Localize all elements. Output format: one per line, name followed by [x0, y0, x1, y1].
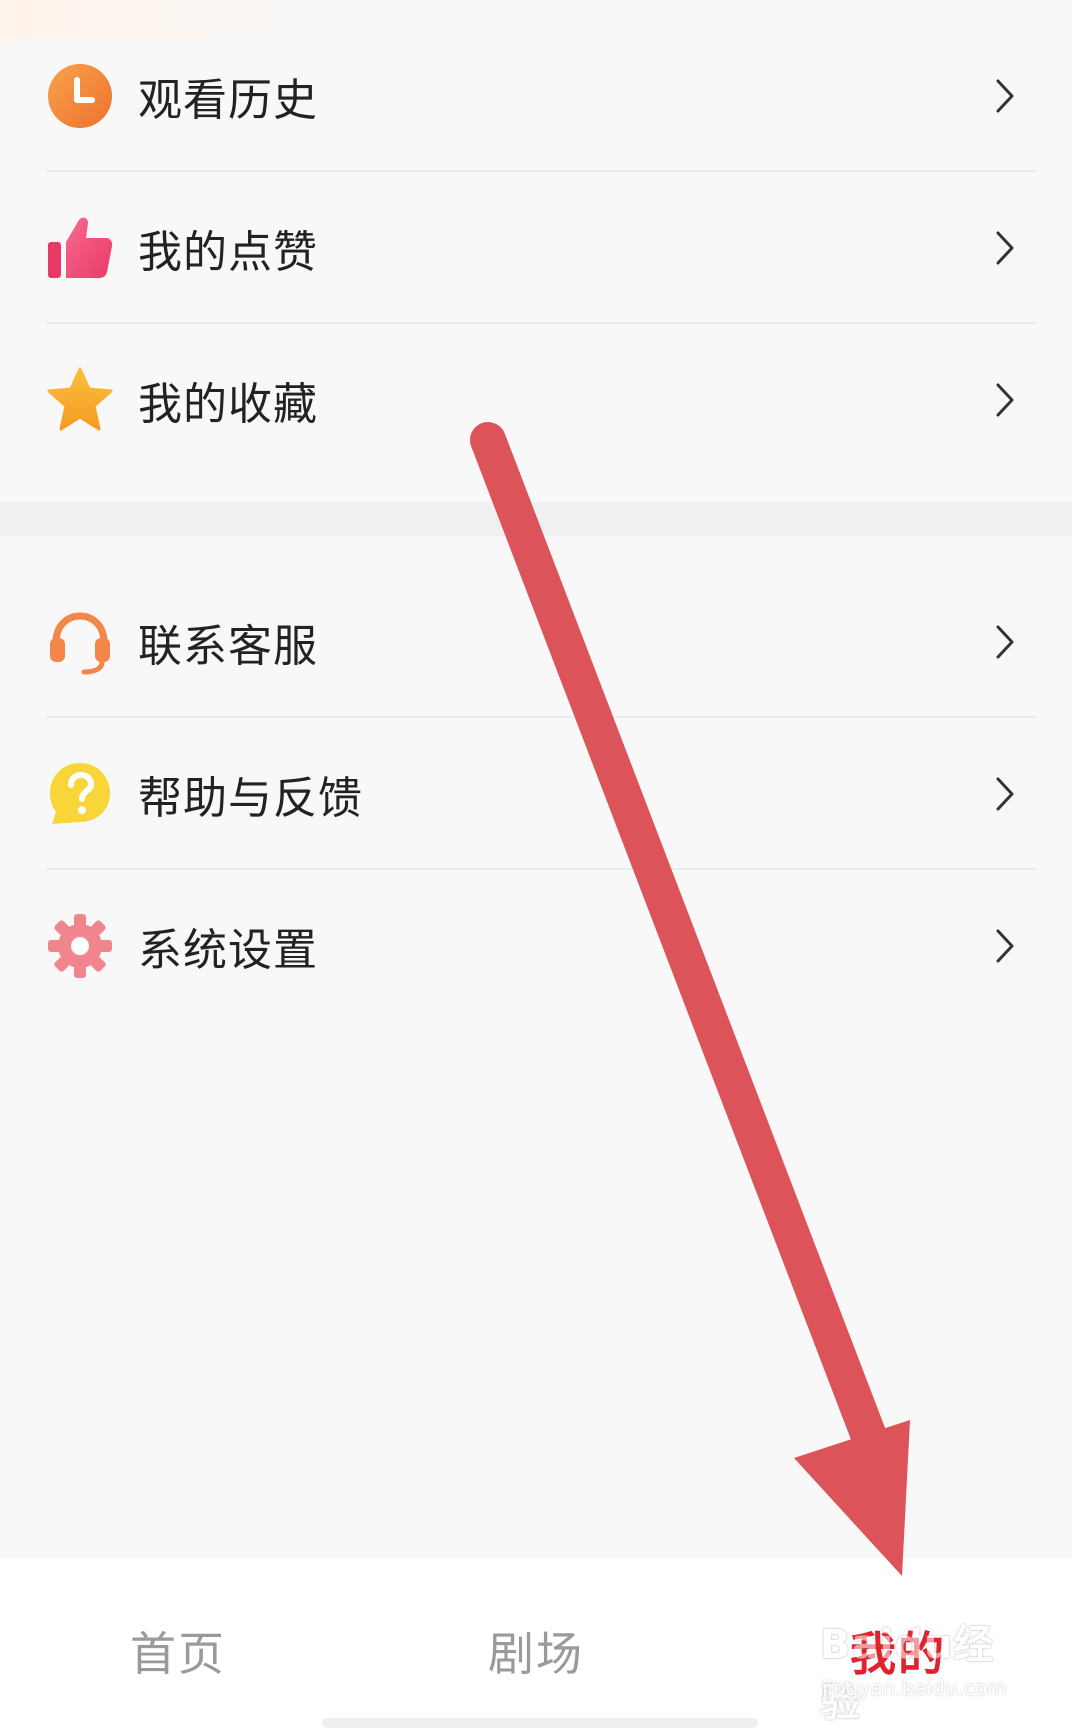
menu-item-contact-support[interactable]: 联系客服 [0, 566, 1072, 718]
menu-item-label: 我的点赞 [138, 227, 318, 278]
headset-icon [46, 608, 114, 676]
tab-home[interactable]: 首页 [130, 1618, 226, 1684]
menu-item-label: 联系客服 [138, 621, 318, 672]
watermark-logo-text: Baidu经验 [820, 1622, 995, 1726]
menu-item-my-likes[interactable]: 我的点赞 [0, 172, 1072, 324]
section-separator [0, 502, 1072, 536]
menu-item-system-settings[interactable]: 系统设置 [0, 870, 1072, 1022]
menu-item-label: 系统设置 [138, 925, 318, 976]
menu-item-label: 观看历史 [138, 75, 318, 126]
chevron-right-icon [996, 383, 1014, 417]
profile-screen: 观看历史 我的点赞 我的收藏 联系客服 帮助与反馈 系统设置 首页 剧场 我的 … [0, 0, 1072, 1728]
menu-item-my-favorites[interactable]: 我的收藏 [0, 324, 1072, 476]
menu-group-support: 联系客服 帮助与反馈 系统设置 [0, 566, 1072, 1022]
chevron-right-icon [996, 231, 1014, 265]
home-indicator [322, 1718, 758, 1728]
menu-item-label: 帮助与反馈 [138, 773, 363, 824]
baidu-watermark: Baidu经验 jingyan.baidu.com [820, 1612, 1020, 1726]
menu-item-help-feedback[interactable]: 帮助与反馈 [0, 718, 1072, 870]
thumbs-up-icon [46, 214, 114, 282]
menu-group-activity: 观看历史 我的点赞 我的收藏 [0, 20, 1072, 476]
menu-item-label: 我的收藏 [138, 379, 318, 430]
tab-theater[interactable]: 剧场 [488, 1618, 584, 1684]
chevron-right-icon [996, 777, 1014, 811]
menu-item-watch-history[interactable]: 观看历史 [0, 20, 1072, 172]
clock-icon [46, 62, 114, 130]
chevron-right-icon [996, 929, 1014, 963]
gear-icon [46, 912, 114, 980]
watermark-url: jingyan.baidu.com [822, 1676, 1007, 1700]
help-bubble-icon [46, 760, 114, 828]
star-icon [46, 366, 114, 434]
chevron-right-icon [996, 79, 1014, 113]
chevron-right-icon [996, 625, 1014, 659]
